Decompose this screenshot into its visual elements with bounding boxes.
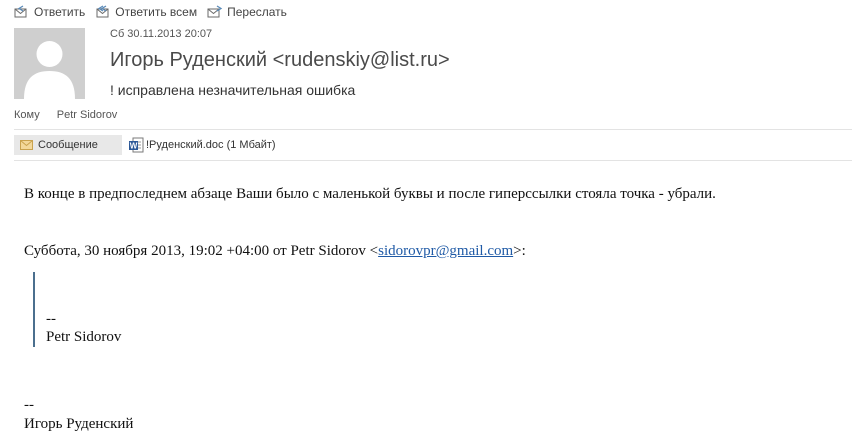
message-toolbar: Ответить Ответить всем Переслать: [14, 4, 297, 20]
signature-dashes: --: [24, 397, 34, 413]
attachments-divider: [14, 160, 852, 161]
reply-button[interactable]: Ответить: [14, 5, 85, 19]
signature-name: Игорь Руденский: [24, 416, 134, 432]
person-icon: [14, 28, 85, 99]
sender-name[interactable]: Игорь Руденский <rudenskiy@list.ru>: [110, 49, 450, 72]
message-date: Сб 30.11.2013 20:07: [110, 28, 213, 40]
svg-text:W: W: [130, 141, 138, 150]
header-divider: [14, 129, 852, 130]
reply-all-button[interactable]: Ответить всем: [95, 5, 197, 19]
message-tab-label: Сообщение: [38, 139, 98, 151]
body-text-line: В конце в предпоследнем абзаце Ваши было…: [24, 186, 716, 202]
quote-signature-name: Petr Sidorov: [46, 329, 122, 345]
recipient-name[interactable]: Petr Sidorov: [57, 109, 118, 121]
attachment-bar: Сообщение W !Руденский.doc (1 Мбайт): [14, 135, 276, 155]
forward-label: Переслать: [227, 5, 287, 19]
reply-label: Ответить: [34, 5, 86, 19]
forward-icon: [207, 5, 223, 18]
attachment-file[interactable]: W !Руденский.doc (1 Мбайт): [128, 137, 276, 154]
reply-all-label: Ответить всем: [115, 5, 198, 19]
quote-email-link[interactable]: sidorovpr@gmail.com: [378, 243, 513, 259]
envelope-icon: [20, 140, 33, 150]
to-label: Кому: [14, 109, 40, 121]
message-tab[interactable]: Сообщение: [14, 135, 122, 155]
quote-header-prefix: Суббота, 30 ноября 2013, 19:02 +04:00 от…: [24, 243, 379, 259]
message-subject: ! исправлена незначительная ошибка: [110, 82, 356, 98]
sender-avatar: [14, 28, 85, 99]
quote-bar: [33, 272, 35, 347]
quote-header: Суббота, 30 ноября 2013, 19:02 +04:00 от…: [24, 243, 526, 260]
word-doc-icon: W: [129, 137, 144, 152]
recipients-row: Кому Petr Sidorov: [14, 109, 117, 121]
forward-button[interactable]: Переслать: [207, 5, 287, 19]
quote-header-suffix: >:: [513, 243, 526, 259]
reply-icon: [14, 5, 27, 18]
reply-all-icon: [96, 5, 109, 18]
attachment-file-name: !Руденский.doc (1 Мбайт): [146, 139, 276, 151]
quote-dashes: --: [46, 311, 56, 327]
